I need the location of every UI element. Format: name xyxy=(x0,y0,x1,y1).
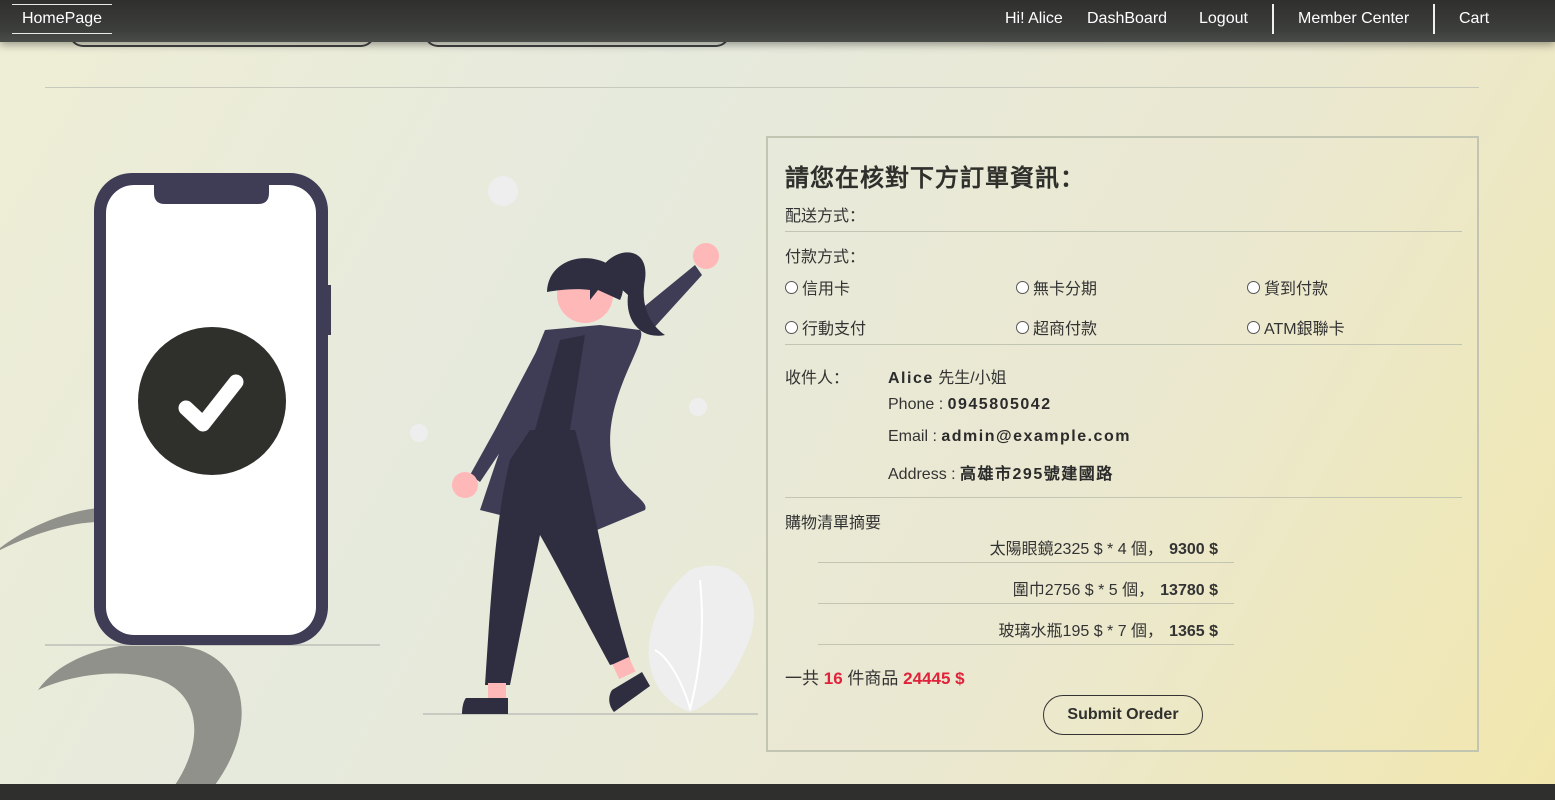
order-item-row: 玻璃水瓶195 $ * 7 個， 1365 $ xyxy=(818,617,1234,645)
phone-notch xyxy=(154,182,269,204)
cart-link[interactable]: Cart xyxy=(1459,9,1489,29)
order-total: 一共 16 件商品 24445 $ xyxy=(785,669,965,688)
payment-radio-cardless-installment[interactable]: 無卡分期 xyxy=(1016,275,1097,299)
cart-summary-label: 購物清單摘要 xyxy=(785,515,882,532)
member-center-link[interactable]: Member Center xyxy=(1298,9,1409,29)
radio-icon[interactable] xyxy=(1016,320,1029,334)
nav-divider xyxy=(1433,4,1435,34)
recipient-label: 收件人： xyxy=(785,370,850,387)
order-title: 請您在核對下方訂單資訊： xyxy=(785,165,1085,192)
homepage-link[interactable]: HomePage xyxy=(12,4,112,34)
logout-link[interactable]: Logout xyxy=(1199,9,1248,29)
order-item-row: 圍巾2756 $ * 5 個， 13780 $ xyxy=(818,576,1234,604)
total-amount: 24445 $ xyxy=(903,669,965,688)
recipient-email: Email : admin@example.com xyxy=(888,428,1131,445)
payment-radio-mobile-pay[interactable]: 行動支付 xyxy=(785,315,866,339)
divider xyxy=(785,231,1462,232)
grey-leaf-shape xyxy=(0,508,100,550)
total-item-count: 16 xyxy=(823,669,843,688)
radio-icon[interactable] xyxy=(785,280,798,294)
payment-radio-convenience-store[interactable]: 超商付款 xyxy=(1016,315,1097,339)
section-divider xyxy=(45,87,1479,88)
recipient-address: Address : 高雄市295號建國路 xyxy=(888,466,1114,483)
recipient-phone: Phone : 0945805042 xyxy=(888,396,1052,413)
grey-leaf-shape xyxy=(38,643,242,785)
divider xyxy=(785,344,1462,345)
radio-icon[interactable] xyxy=(1016,280,1029,294)
radio-icon[interactable] xyxy=(1247,280,1260,294)
order-item-row: 太陽眼鏡2325 $ * 4 個， 9300 $ xyxy=(818,535,1234,563)
payment-radio-cash-on-delivery[interactable]: 貨到付款 xyxy=(1247,275,1328,299)
radio-icon[interactable] xyxy=(785,320,798,334)
shipping-method-label: 配送方式： xyxy=(785,208,866,225)
radio-icon[interactable] xyxy=(1247,320,1260,334)
recipient-name: Alice 先生/小姐 xyxy=(888,370,1007,387)
top-navbar: HomePage Hi! Alice DashBoard Logout Memb… xyxy=(0,0,1555,42)
order-summary-card: 請您在核對下方訂單資訊： 配送方式： 付款方式： 信用卡 無卡分期 貨到付款 行… xyxy=(766,136,1479,752)
payment-radio-atm-unionpay[interactable]: ATM銀聯卡 xyxy=(1247,315,1345,339)
payment-method-label: 付款方式： xyxy=(785,249,866,266)
footer-bar xyxy=(0,784,1555,800)
nav-divider xyxy=(1272,4,1274,34)
payment-radio-credit-card[interactable]: 信用卡 xyxy=(785,275,850,299)
dashboard-link[interactable]: DashBoard xyxy=(1087,9,1167,29)
submit-order-button[interactable]: Submit Oreder xyxy=(1043,695,1203,735)
order-confirmation-illustration xyxy=(0,173,758,785)
user-greeting: Hi! Alice xyxy=(1005,10,1063,27)
divider xyxy=(785,497,1462,498)
